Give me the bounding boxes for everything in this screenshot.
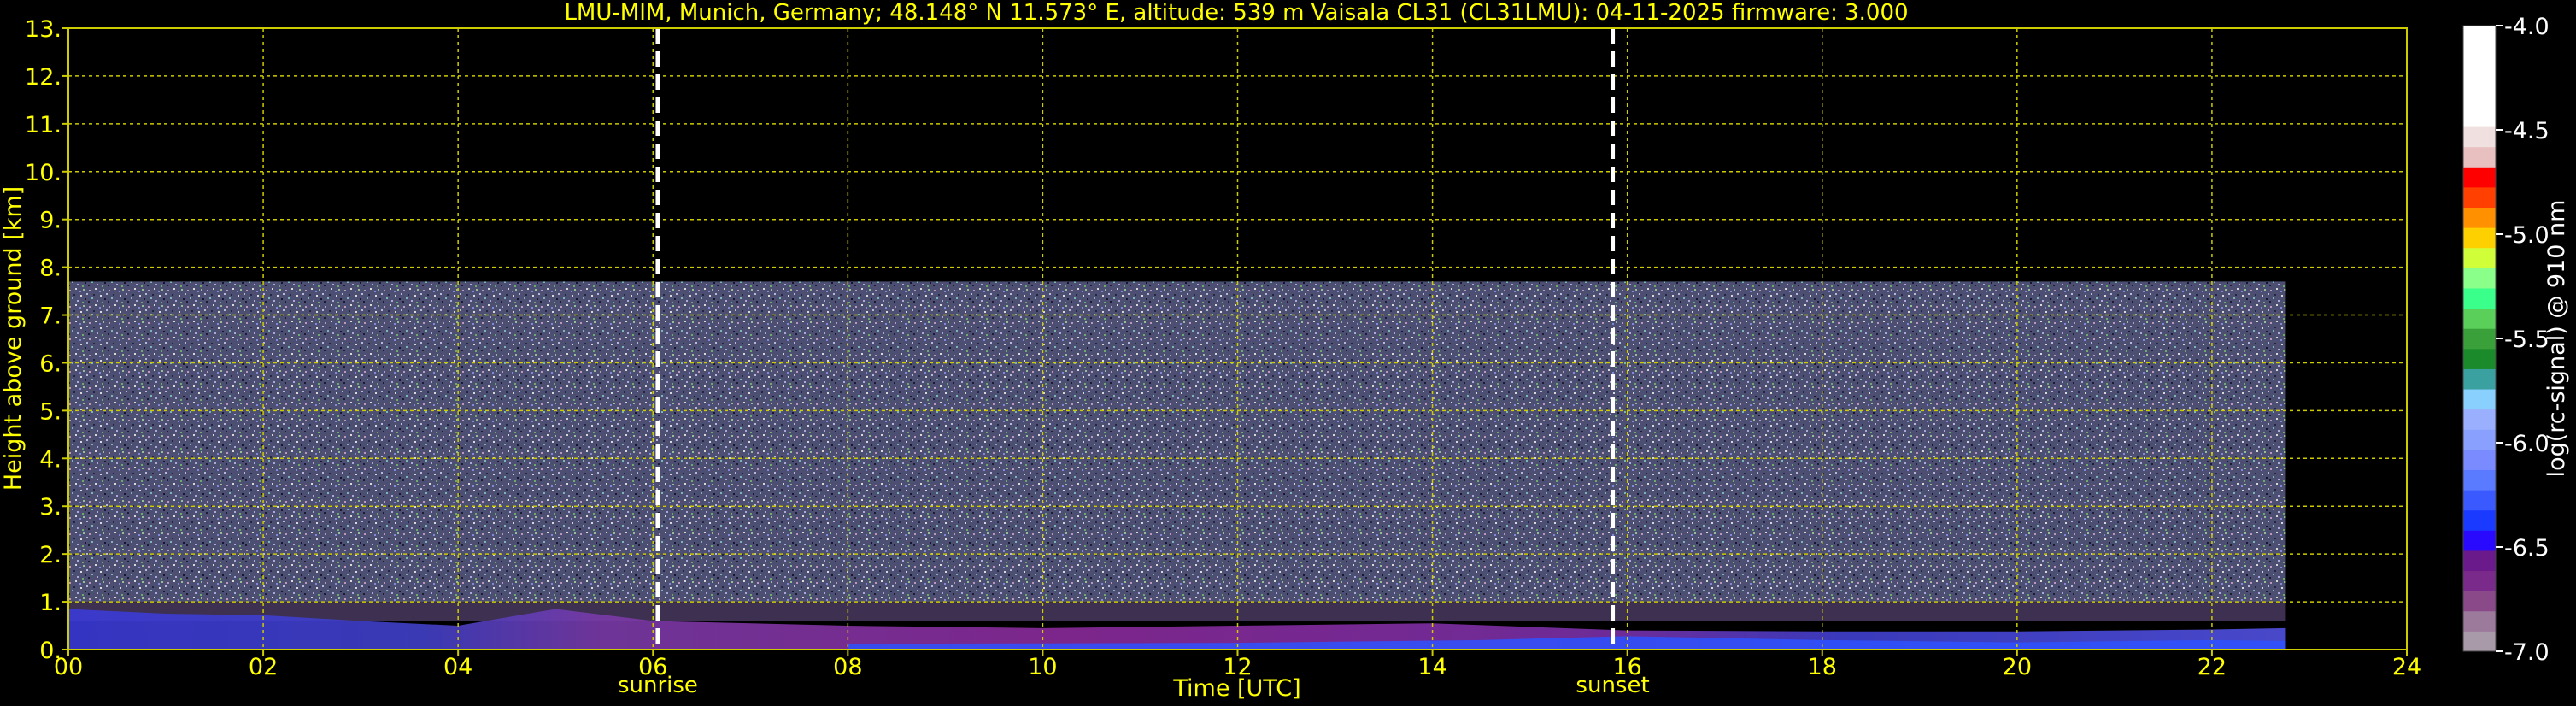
y-axis-label: Height above ground [km] — [0, 186, 26, 491]
x-tick-label: 18 — [1808, 654, 1837, 680]
x-tick-label: 24 — [2392, 654, 2421, 680]
chart-title: LMU-MIM, Munich, Germany; 48.148° N 11.5… — [564, 0, 1908, 26]
colorbar-segment — [2463, 631, 2496, 652]
colorbar-segment — [2463, 106, 2496, 127]
colorbar-tick-label: -5.0 — [2504, 222, 2550, 249]
x-tick-label: 22 — [2198, 654, 2227, 680]
y-tick-label: 1. — [39, 590, 62, 616]
colorbar-segment — [2463, 126, 2496, 148]
colorbar-segment — [2463, 429, 2496, 450]
colorbar: -4.0 -4.5 -5.0 -5.5 -6.0 -6.5 -7.0 — [2462, 14, 2550, 666]
x-axis-label: Time [UTC] — [1172, 675, 1300, 702]
x-tick-label: 04 — [443, 654, 472, 680]
colorbar-segment — [2463, 186, 2496, 209]
y-tick-label: 13. — [25, 16, 62, 43]
y-tick-label: 11. — [25, 112, 62, 138]
colorbar-segment — [2463, 328, 2496, 350]
y-tick-label: 12. — [25, 64, 62, 91]
colorbar-segment — [2463, 610, 2496, 632]
colorbar-segment — [2463, 85, 2496, 107]
colorbar-segment — [2463, 368, 2496, 390]
x-tick-label: 06 — [638, 654, 667, 680]
colorbar-segment — [2463, 247, 2496, 268]
colorbar-segment — [2463, 550, 2496, 572]
colorbar-segment — [2463, 469, 2496, 491]
y-tick-label: 9. — [39, 208, 62, 234]
backscatter-field — [68, 281, 2286, 650]
colorbar-segment — [2463, 509, 2496, 531]
y-tick-label: 7. — [39, 303, 62, 330]
colorbar-segment — [2463, 207, 2496, 228]
colorbar-segment — [2463, 409, 2496, 430]
colorbar-segment — [2463, 449, 2496, 470]
colorbar-segment — [2463, 66, 2496, 87]
colorbar-segment — [2463, 530, 2496, 551]
colorbar-segment — [2463, 570, 2496, 591]
colorbar-label: log(rc-signal) @ 910 nm — [2544, 200, 2570, 478]
colorbar-segment — [2463, 591, 2496, 612]
colorbar-tick-label: -6.5 — [2504, 535, 2550, 562]
x-tick-label: 02 — [249, 654, 278, 680]
y-tick-label: 3. — [39, 494, 62, 521]
colorbar-segment — [2463, 268, 2496, 289]
colorbar-segment — [2463, 348, 2496, 369]
y-tick-label: 5. — [39, 398, 62, 425]
colorbar-segment — [2463, 146, 2496, 168]
x-tick-label: 20 — [2003, 654, 2032, 680]
y-tick-label: 2. — [39, 542, 62, 568]
x-tick-label: 10 — [1028, 654, 1057, 680]
colorbar-segment — [2463, 490, 2496, 511]
y-tick-label: 4. — [39, 446, 62, 473]
x-tick-label: 16 — [1612, 654, 1641, 680]
y-tick-label: 0. — [39, 638, 62, 664]
colorbar-segment — [2463, 227, 2496, 249]
colorbar-segment — [2463, 308, 2496, 329]
colorbar-segment — [2463, 26, 2496, 47]
y-axis-ticks: 0. 1. 2. 3. 4. 5. 6. 7. 8. 9. 10. 11. 12. 13. — [25, 16, 68, 664]
transition-region — [68, 602, 2286, 621]
colorbar-tick-label: -6.0 — [2504, 431, 2550, 457]
colorbar-tick-label: -5.5 — [2504, 327, 2550, 353]
y-tick-label: 10. — [25, 160, 62, 186]
colorbar-tick-label: -4.5 — [2504, 118, 2550, 144]
colorbar-segment — [2463, 45, 2496, 67]
colorbar-tick-label: -4.0 — [2504, 14, 2550, 40]
y-tick-label: 8. — [39, 256, 62, 282]
colorbar-segment — [2463, 287, 2496, 309]
x-tick-label: 08 — [833, 654, 862, 680]
y-tick-label: 6. — [39, 350, 62, 377]
ceilometer-chart: LMU-MIM, Munich, Germany; 48.148° N 11.5… — [0, 0, 2570, 702]
colorbar-tick-label: -7.0 — [2504, 639, 2550, 666]
colorbar-segment — [2463, 167, 2496, 188]
x-tick-label: 14 — [1417, 654, 1446, 680]
colorbar-segment — [2463, 389, 2496, 410]
